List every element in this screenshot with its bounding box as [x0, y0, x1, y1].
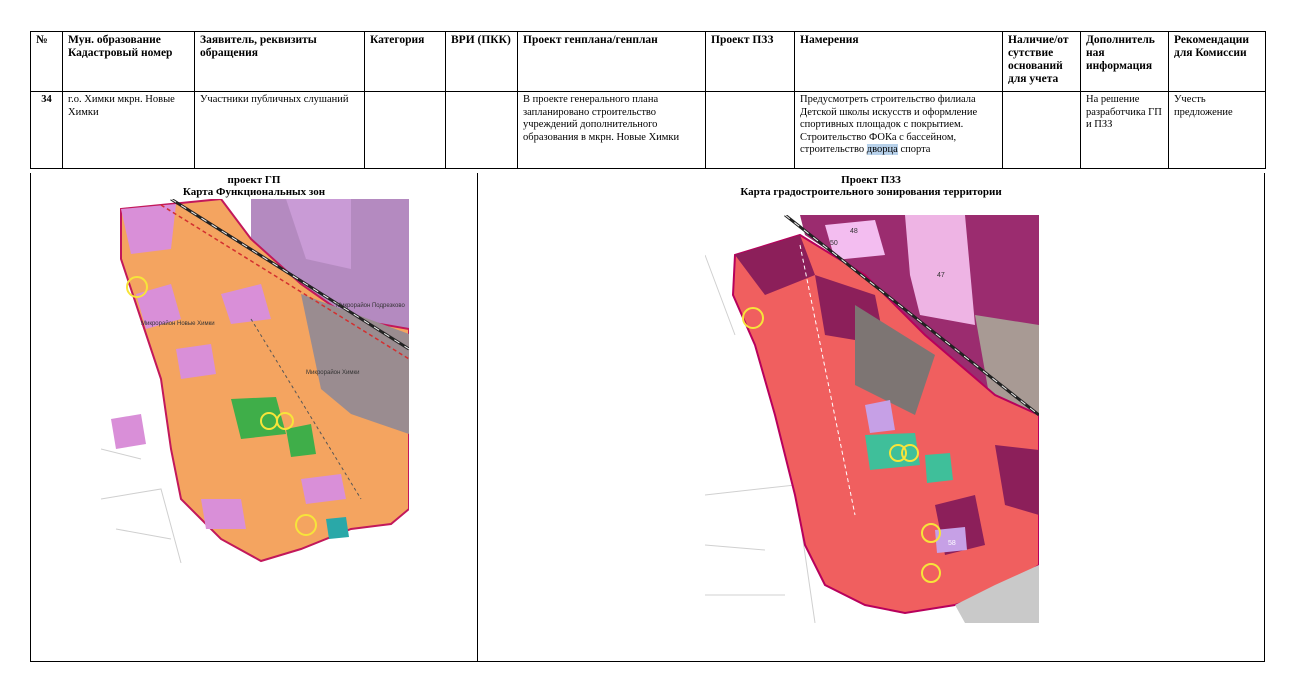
col-applicant: Заявитель, реквизиты обращения [194, 31, 365, 92]
zone-label-50: 50 [830, 240, 838, 247]
zone-label-58: 58 [948, 540, 956, 547]
table-row: 34 г.о. Химки мкрн. Новые Химки Участник… [30, 91, 1266, 169]
genplan-caption-line1: проект ГП [227, 174, 281, 186]
zone-label-47: 47 [937, 272, 945, 279]
cell-recommendation: Учесть предложение [1168, 91, 1266, 169]
col-pzz: Проект ПЗЗ [705, 31, 795, 92]
map-label-novye-khimki: Микрорайон Новые Химки [141, 320, 215, 327]
cell-category [364, 91, 446, 169]
pzz-caption: Проект ПЗЗ Карта градостроительного зони… [478, 174, 1264, 198]
maps-section: проект ГП Карта Функциональных зон Проек… [30, 173, 1265, 662]
col-category: Категория [364, 31, 446, 92]
genplan-caption-line2: Карта Функциональных зон [182, 186, 326, 198]
col-genplan: Проект генплана/генплан [517, 31, 706, 92]
applications-table: № Мун. образование Кадастровый номер Зая… [30, 31, 1266, 169]
col-grounds: Наличие/от сутствие оснований для учета [1002, 31, 1081, 92]
col-additional: Дополнитель ная информация [1080, 31, 1169, 92]
cell-grounds [1002, 91, 1081, 169]
col-municipality: Мун. образование Кадастровый номер [62, 31, 195, 92]
cell-additional: На решение разработчика ГП и ПЗЗ [1080, 91, 1169, 169]
maps-divider [477, 173, 478, 662]
map-label-podrezkovo: Микрорайон Подрезково [336, 302, 405, 309]
cell-intentions: Предусмотреть строительство филиала Детс… [794, 91, 1003, 169]
functional-zones-map: Микрорайон Новые Химки Микрорайон Подрез… [101, 199, 409, 563]
intentions-tail: спорта [897, 144, 931, 155]
table-header-row: № Мун. образование Кадастровый номер Зая… [30, 31, 1266, 92]
zoning-map: 48 50 47 58 [705, 215, 1039, 623]
map-label-khimki: Микрорайон Химки [306, 369, 359, 376]
zone-label-48: 48 [850, 228, 858, 235]
col-vri: ВРИ (ПКК) [445, 31, 518, 92]
highlighted-word: дворца [866, 144, 898, 155]
genplan-caption: проект ГП Карта Функциональных зон [31, 174, 477, 198]
cell-vri [445, 91, 518, 169]
col-intentions: Намерения [794, 31, 1003, 92]
col-number: № [30, 31, 63, 92]
cell-genplan: В проекте генерального плана запланирова… [517, 91, 706, 169]
cell-applicant: Участники публичных слушаний [194, 91, 365, 169]
col-recommendation: Рекомендации для Комиссии [1168, 31, 1266, 92]
cell-municipality: г.о. Химки мкрн. Новые Химки [62, 91, 195, 169]
cell-pzz [705, 91, 795, 169]
cell-number: 34 [30, 91, 63, 169]
pzz-caption-line1: Проект ПЗЗ [841, 174, 901, 186]
pzz-caption-line2: Карта градостроительного зонирования тер… [740, 186, 1002, 198]
